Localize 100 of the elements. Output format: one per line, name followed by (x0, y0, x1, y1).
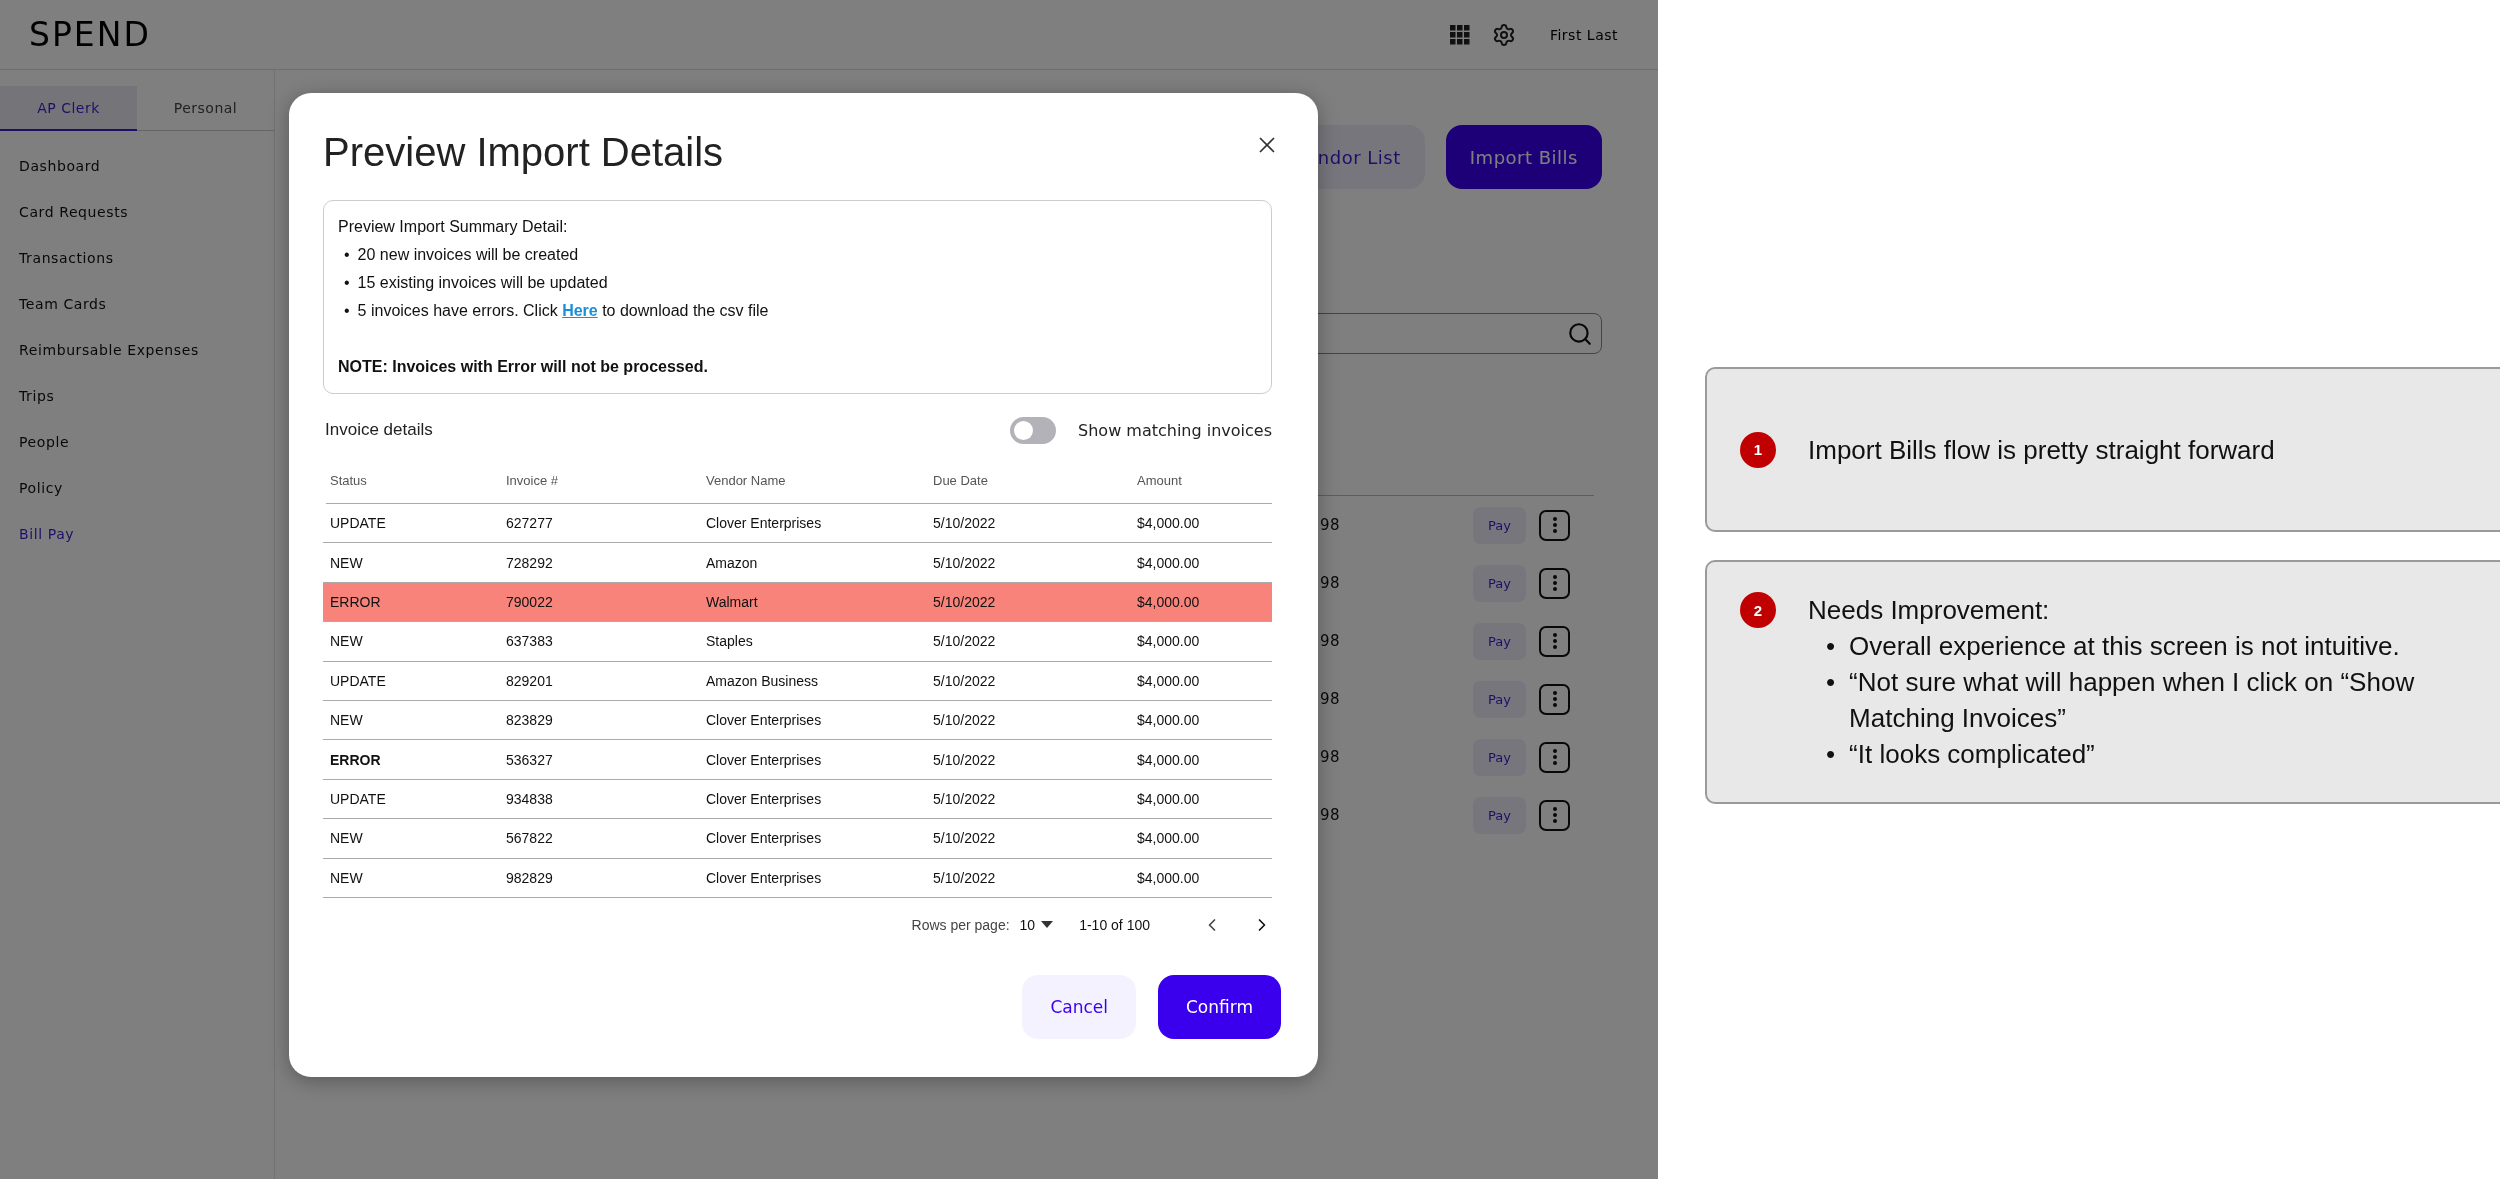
nav-item[interactable]: Trips (0, 373, 274, 419)
table-cell-text: 637383 (505, 633, 554, 650)
nav-item[interactable]: Dashboard (0, 143, 274, 189)
pay-button[interactable]: Pay (1473, 506, 1526, 544)
pay-button[interactable]: Pay (1473, 796, 1526, 834)
pay-button[interactable]: Pay (1473, 564, 1526, 602)
more-button[interactable] (1539, 509, 1570, 541)
table-cell-text: Staples (705, 633, 754, 650)
bullet-marker: • (344, 301, 350, 321)
nav-item[interactable]: Card Requests (0, 189, 274, 235)
toggle-switch[interactable] (1010, 416, 1057, 444)
download-link[interactable]: Here (562, 302, 598, 319)
column-header: Vendor Name (705, 473, 787, 488)
table-cell-text: 627277 (505, 515, 554, 532)
toggle-label: Show matching invoices (1078, 420, 1272, 440)
table-cell-text: 98 (1320, 632, 1342, 650)
table-cell-text: NEW (329, 869, 364, 886)
nav-item[interactable]: Bill Pay (0, 511, 274, 557)
table-cell-text: 5/10/2022 (932, 515, 997, 532)
rows-per-page-select[interactable]: 10 (1019, 916, 1054, 933)
table-cell-text: 5/10/2022 (932, 633, 997, 650)
nav-item[interactable]: Policy (0, 465, 274, 511)
table-cell-text: 5/10/2022 (932, 790, 997, 807)
bullet-marker: • (1826, 738, 1836, 771)
note-bullet: “It looks complicated” (1849, 738, 2095, 771)
table-cell-text: 98 (1320, 748, 1342, 766)
sidebar-tab[interactable]: Personal (137, 86, 274, 131)
more-button[interactable] (1539, 625, 1570, 657)
note-text: Needs Improvement: (1808, 594, 2051, 627)
table-cell-text: 728292 (505, 554, 554, 571)
summary-bullet: 5 invoices have errors. Click Here to download the csv file (357, 301, 769, 321)
nav-item[interactable]: People (0, 419, 274, 465)
more-button[interactable] (1539, 741, 1570, 773)
table-cell-text: 829201 (505, 672, 554, 689)
table-cell-text: $4,000.00 (1136, 515, 1201, 532)
table-cell-text: 98 (1320, 574, 1342, 592)
nav-item[interactable]: Team Cards (0, 281, 274, 327)
pay-button[interactable]: Pay (1473, 680, 1526, 718)
table-cell-text: 98 (1320, 806, 1342, 824)
caret-icon (1041, 921, 1054, 929)
settings-icon[interactable] (1491, 22, 1516, 47)
table-cell-text: NEW (329, 830, 364, 847)
apps-grid-icon[interactable] (1449, 24, 1470, 45)
note-bullet: Overall experience at this screen is not intuitive. (1849, 630, 2400, 663)
note-bullet: “Not sure what will happen when I click on “Show Matching Invoices” (1849, 666, 2416, 735)
more-icon (1552, 807, 1557, 823)
bullet-marker: • (1826, 666, 1836, 699)
table-cell-text: 5/10/2022 (932, 869, 997, 886)
table-cell-text: $4,000.00 (1136, 790, 1201, 807)
number-badge: 1 (1740, 431, 1776, 468)
table-cell-text: Clover Enterprises (705, 751, 823, 768)
table-cell-text: 982829 (505, 869, 554, 886)
pay-button[interactable]: Pay (1473, 738, 1526, 776)
more-icon (1552, 749, 1557, 765)
table-cell-text: NEW (329, 712, 364, 729)
table-cell-text: 98 (1320, 690, 1342, 708)
column-header: Due Date (932, 473, 989, 488)
table-cell-text: $4,000.00 (1136, 869, 1201, 886)
sidebar-tab[interactable]: AP Clerk (0, 86, 137, 131)
table-cell-text: 823829 (505, 712, 554, 729)
confirm-button[interactable]: Confirm (1158, 974, 1281, 1039)
more-button[interactable] (1539, 799, 1570, 831)
pay-button[interactable]: Pay (1473, 622, 1526, 660)
app-logo: SPEND (29, 15, 152, 54)
number-badge: 2 (1740, 592, 1776, 628)
column-header: Amount (1136, 473, 1183, 488)
table-cell-text: $4,000.00 (1136, 554, 1201, 571)
table-cell-text: Amazon Business (705, 672, 820, 689)
table-cell-text: Amazon (705, 554, 759, 571)
search-icon (1567, 320, 1593, 347)
nav-item[interactable]: Transactions (0, 235, 274, 281)
table-cell-text: UPDATE (329, 515, 387, 532)
table-cell-text: Clover Enterprises (705, 790, 823, 807)
more-button[interactable] (1539, 567, 1570, 599)
table-cell-text: Clover Enterprises (705, 515, 823, 532)
dialog-title: Preview Import Details (323, 129, 724, 176)
table-cell-text: $4,000.00 (1136, 593, 1201, 610)
user-name[interactable]: First Last (1549, 26, 1618, 43)
nav-item[interactable]: Reimbursable Expenses (0, 327, 274, 373)
table-cell-text: $4,000.00 (1136, 830, 1201, 847)
more-button[interactable] (1539, 683, 1570, 715)
section-label: Invoice details (324, 420, 433, 440)
table-cell-text: 5/10/2022 (932, 712, 997, 729)
import-button[interactable]: Import Bills (1445, 125, 1602, 189)
table-cell-text: 5/10/2022 (932, 751, 997, 768)
summary-heading: Preview Import Summary Detail: (338, 217, 569, 237)
summary-bullet: 20 new invoices will be created (357, 245, 579, 265)
bullet-marker: • (344, 245, 350, 265)
more-icon (1552, 575, 1557, 591)
table-cell-text: $4,000.00 (1136, 751, 1201, 768)
rows-per-page-label: Rows per page: (911, 916, 1010, 933)
table-cell-text: $4,000.00 (1136, 712, 1201, 729)
cancel-button[interactable]: Cancel (1022, 974, 1136, 1039)
table-cell-text: 536327 (505, 751, 554, 768)
table-cell-text: $4,000.00 (1136, 633, 1201, 650)
table-cell-text: Clover Enterprises (705, 869, 823, 886)
table-cell-text: Walmart (705, 593, 759, 610)
table-cell-text: UPDATE (329, 790, 387, 807)
table-cell-text: 934838 (505, 790, 554, 807)
table-cell-text: Clover Enterprises (705, 830, 823, 847)
